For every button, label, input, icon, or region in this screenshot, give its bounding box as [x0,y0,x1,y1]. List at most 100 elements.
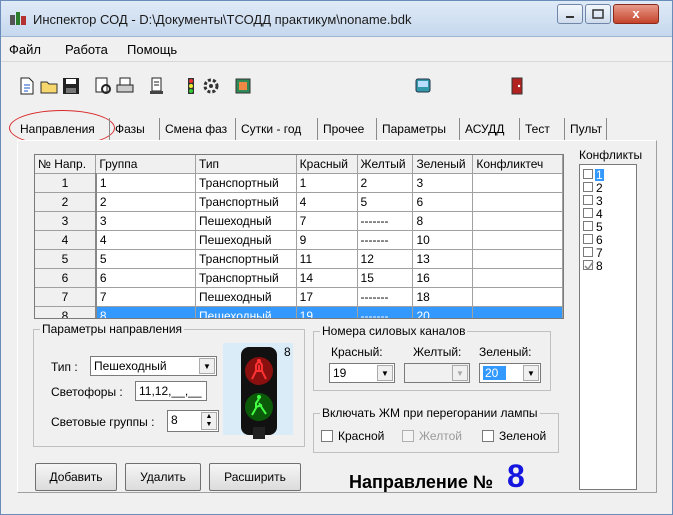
new-file-icon[interactable] [17,76,37,96]
conflict-item[interactable]: 3 [583,195,604,207]
print-icon[interactable] [115,76,135,96]
cell-yellow: ------- [357,211,414,232]
conflict-checkbox[interactable] [583,247,593,257]
cell-green: 10 [412,230,474,250]
tab-phase-change[interactable]: Смена фаз [159,118,231,140]
tab-directions[interactable]: Направления [15,118,99,140]
directions-grid[interactable]: № Напр. Группа Тип Красный Желтый Зелены… [34,154,564,319]
table-row[interactable]: 5 5 Транспортный 11 12 13 [35,249,563,269]
cell-yellow: 5 [357,192,414,213]
settings-icon[interactable] [201,76,221,96]
cell-conflicts [472,268,563,288]
delete-button[interactable]: Удалить [125,463,201,491]
add-button[interactable]: Добавить [35,463,117,491]
minimize-button[interactable] [557,4,583,24]
expand-button[interactable]: Расширить [209,463,301,491]
table-row[interactable]: 6 6 Транспортный 14 15 16 [35,268,563,288]
table-row[interactable]: 2 2 Транспортный 4 5 6 [35,192,563,213]
conflict-item[interactable]: 4 [583,208,604,220]
tab-parameters[interactable]: Параметры [376,118,450,140]
cell-group: 4 [95,230,197,250]
conflict-checkbox[interactable] [583,195,593,205]
table-row-selected[interactable]: 8 8 Пешеходный 19 ------- 20 [35,306,563,318]
cell-red: 19 [296,306,358,318]
maximize-button[interactable] [585,4,611,24]
conflict-checkbox[interactable] [583,234,593,244]
cell-yellow: 15 [357,268,414,288]
conflict-item[interactable]: 1 [583,169,604,181]
cell-red: 4 [296,192,358,213]
conflict-checkbox[interactable] [583,221,593,231]
conflict-item[interactable]: 8 [583,260,604,272]
tab-asudd[interactable]: АСУДД [459,118,508,140]
title-bar: Инспектор СОД - D:\Документы\ТСОДД практ… [1,1,672,37]
conflict-item[interactable]: 5 [583,221,604,233]
cell-number: 1 [35,173,97,194]
yellow-channel-select[interactable]: ▼ [404,363,470,383]
tab-other[interactable]: Прочее [317,118,368,140]
print-preview-icon[interactable] [93,76,113,96]
col-header-conflicts[interactable]: Конфликтеч [472,155,563,175]
open-folder-icon[interactable] [39,76,59,96]
notebook-icon[interactable] [413,76,433,96]
red-channel-select[interactable]: 19 ▼ [329,363,395,383]
lamp-green-checkbox[interactable] [482,430,494,442]
conflict-item[interactable]: 7 [583,247,604,259]
app-window: Инспектор СОД - D:\Документы\ТСОДД практ… [0,0,673,515]
power-channels-title: Номера силовых каналов [320,324,468,338]
cell-type: Транспортный [195,268,297,288]
conflict-checkbox[interactable] [583,169,593,179]
conflict-item[interactable]: 6 [583,234,604,246]
col-header-type[interactable]: Тип [195,155,297,175]
chevron-down-icon: ▼ [523,365,539,381]
conflicts-list[interactable]: 1 2 3 4 5 6 7 8 [579,164,637,490]
col-header-yellow[interactable]: Желтый [357,155,414,175]
conflict-checkbox[interactable] [583,208,593,218]
lights-input[interactable]: 11,12,__,__ [135,381,207,401]
table-row[interactable]: 3 3 Пешеходный 7 ------- 8 [35,211,563,232]
table-row[interactable]: 7 7 Пешеходный 17 ------- 18 [35,287,563,307]
spin-arrows-icon[interactable]: ▲ ▼ [201,412,217,430]
table-row[interactable]: 1 1 Транспортный 1 2 3 [35,173,563,194]
menu-help[interactable]: Помощь [127,42,177,57]
menu-file[interactable]: Файл [9,42,41,57]
cell-yellow: 12 [357,249,414,269]
tab-remote[interactable]: Пульт [564,118,608,140]
groups-spinner[interactable]: 8 ▲ ▼ [167,410,219,432]
col-header-number[interactable]: № Напр. [35,155,97,175]
tab-test[interactable]: Тест [519,118,554,140]
yellow-channel-label: Желтый: [413,345,462,359]
cell-green: 18 [412,287,474,307]
conflict-checkbox[interactable] [583,260,594,271]
red-channel-value: 19 [333,366,347,380]
cell-conflicts [472,287,563,307]
traffic-light-icon[interactable] [181,76,201,96]
type-select[interactable]: Пешеходный ▼ [90,356,217,376]
report-icon[interactable] [147,76,167,96]
lamp-red-checkbox[interactable] [321,430,333,442]
cell-group: 3 [95,211,197,232]
type-label: Тип : [51,360,78,374]
table-row[interactable]: 4 4 Пешеходный 9 ------- 10 [35,230,563,250]
col-header-green[interactable]: Зеленый [412,155,474,175]
tab-phases[interactable]: Фазы [109,118,149,140]
col-header-group[interactable]: Группа [95,155,197,175]
menu-work[interactable]: Работа [65,42,108,57]
lamp-yellow-checkbox [402,430,414,442]
conflict-item[interactable]: 2 [583,182,604,194]
cell-type: Пешеходный [195,306,297,318]
close-button[interactable]: x [613,4,659,24]
save-icon[interactable] [61,76,81,96]
conflict-checkbox[interactable] [583,182,593,192]
green-channel-select[interactable]: 20 ▼ [479,363,541,383]
menu-bar: Файл Работа Помощь [1,38,672,60]
cell-red: 7 [296,211,358,232]
cell-red: 9 [296,230,358,250]
cell-conflicts [472,211,563,232]
cell-number: 7 [35,287,97,307]
table-icon[interactable] [233,76,253,96]
cell-number: 8 [35,306,97,318]
col-header-red[interactable]: Красный [296,155,358,175]
tab-day-year[interactable]: Сутки - год [235,118,305,140]
exit-door-icon[interactable] [507,76,527,96]
